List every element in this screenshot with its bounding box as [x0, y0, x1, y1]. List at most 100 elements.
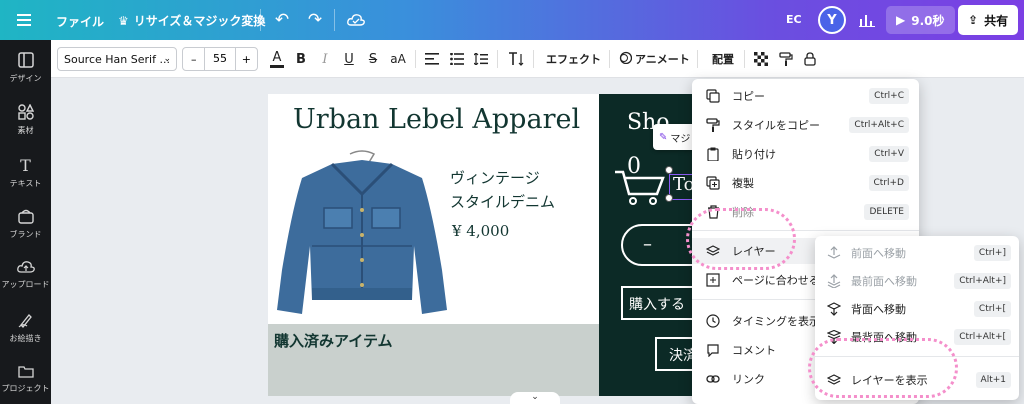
italic-button[interactable]: I — [317, 49, 333, 69]
size-plus-button[interactable]: + — [236, 53, 257, 66]
position-button[interactable]: 配置 — [712, 51, 734, 67]
send-backward-icon — [825, 300, 843, 318]
menu-item-duplicate[interactable]: 複製 Ctrl+D — [692, 170, 919, 196]
design-page[interactable]: Urban Lebel Apparel ヴィンテージ スタイルデニム ¥ 4,0… — [268, 94, 708, 396]
share-label: 共有 — [984, 13, 1009, 28]
resize-button[interactable]: ♛ リサイズ＆マジック変換 — [118, 12, 265, 29]
resize-handle[interactable] — [665, 166, 673, 174]
analytics-icon[interactable] — [856, 9, 878, 31]
submenu-item-bring-forward[interactable]: 前面へ移動 Ctrl+] — [815, 240, 1019, 266]
text-icon: T — [20, 156, 31, 175]
sidebar-label: 素材 — [17, 126, 34, 135]
undo-icon[interactable]: ↶ — [271, 9, 293, 31]
submenu-item-label: 最前面へ移動 — [851, 275, 917, 288]
font-size-input[interactable]: 55 — [204, 48, 236, 70]
menu-item-label: タイミングを表示 — [732, 315, 820, 328]
quantity-minus[interactable]: – — [643, 234, 652, 255]
divider — [533, 50, 534, 68]
divider — [744, 50, 745, 68]
shortcut: Ctrl+D — [868, 175, 909, 191]
text-color-icon: A — [272, 49, 282, 65]
sidebar-label: デザイン — [9, 74, 42, 83]
divider — [260, 9, 261, 31]
resize-handle[interactable] — [665, 194, 673, 202]
menu-item-label: 貼り付け — [732, 148, 776, 161]
chevron-down-icon: ⌄ — [163, 54, 171, 64]
line-spacing-icon[interactable] — [473, 49, 489, 69]
magic-label: マジ — [670, 133, 691, 145]
font-size-stepper[interactable]: – 55 + — [182, 47, 258, 71]
sidebar-item-design[interactable]: デザイン — [0, 52, 51, 84]
resize-label: リサイズ＆マジック変換 — [133, 14, 266, 28]
list-icon[interactable] — [449, 49, 465, 69]
crown-icon: ♛ — [118, 13, 129, 28]
bold-button[interactable]: B — [293, 49, 309, 69]
submenu-item-send-backward[interactable]: 背面へ移動 Ctrl+[ — [815, 296, 1019, 322]
magic-wand-icon: ✎ — [659, 131, 668, 143]
sidebar-item-draw[interactable]: お絵描き — [0, 312, 51, 344]
menu-item-copy-style[interactable]: スタイルをコピー Ctrl+Alt+C — [692, 112, 919, 138]
sidebar-label: プロジェクト — [1, 384, 50, 393]
elements-icon — [17, 103, 34, 122]
product-name-line1: ヴィンテージ — [450, 169, 540, 187]
copy-icon — [704, 87, 722, 105]
paste-icon — [704, 145, 722, 163]
share-button[interactable]: ⇪ 共有 — [958, 5, 1019, 35]
sidebar-item-brand[interactable]: ブランド — [0, 208, 51, 240]
menu-item-label: 複製 — [732, 177, 754, 190]
purchased-items-section[interactable]: 購入済みアイテム — [268, 324, 600, 396]
letter-case-button[interactable]: aA — [388, 49, 408, 69]
vertical-text-icon[interactable] — [507, 49, 525, 69]
highlight-annotation — [808, 338, 958, 398]
font-family-select[interactable]: Source Han Serif ... ⌄ — [57, 47, 177, 71]
sidebar-item-text[interactable]: T テキスト — [0, 156, 51, 189]
text-color-button[interactable]: A — [268, 49, 286, 69]
menu-item-paste[interactable]: 貼り付け Ctrl+V — [692, 141, 919, 167]
redo-icon[interactable]: ↷ — [304, 9, 326, 31]
transparency-icon[interactable] — [753, 49, 769, 69]
sidebar-item-elements[interactable]: 素材 — [0, 103, 51, 136]
animate-button[interactable]: アニメート — [619, 51, 690, 67]
paint-roller-icon[interactable] — [778, 49, 794, 69]
animate-icon — [619, 51, 633, 67]
bring-to-front-icon — [825, 272, 843, 290]
top-bar: ファイル ♛ リサイズ＆マジック変換 ↶ ↷ EC Y ▶ 9.0秒 ⇪ 共有 — [0, 0, 1024, 40]
shortcut: Ctrl+V — [869, 146, 909, 162]
sidebar-item-projects[interactable]: プロジェクト — [0, 364, 51, 394]
brand-icon — [17, 208, 34, 226]
product-price[interactable]: ¥ 4,000 — [452, 222, 509, 240]
underline-button[interactable]: U — [341, 49, 357, 69]
text-toolbar: Source Han Serif ... ⌄ – 55 + A B I U S … — [51, 40, 1024, 78]
play-time: 9.0秒 — [911, 13, 945, 28]
buy-label: 購入する — [629, 297, 685, 313]
shortcut: Ctrl+] — [973, 245, 1011, 261]
sidebar-label: お絵描き — [9, 334, 42, 343]
product-name-line2: スタイルデニム — [450, 193, 556, 211]
submenu-item-label: 背面へ移動 — [851, 303, 906, 316]
lock-icon[interactable] — [802, 49, 818, 69]
menu-icon[interactable] — [13, 9, 35, 31]
font-name: Source Han Serif ... — [64, 52, 170, 66]
share-icon: ⇪ — [968, 13, 979, 27]
divider — [497, 50, 498, 68]
present-button[interactable]: ▶ 9.0秒 — [886, 6, 955, 34]
align-left-icon[interactable] — [424, 49, 440, 69]
sidebar-item-upload[interactable]: アップロード — [0, 260, 51, 290]
user-initials[interactable]: EC — [786, 13, 802, 26]
cloud-saved-icon[interactable] — [345, 9, 367, 31]
jacket-image[interactable] — [272, 150, 452, 320]
shortcut: Alt+1 — [975, 372, 1011, 388]
file-menu[interactable]: ファイル — [56, 13, 104, 30]
size-minus-button[interactable]: – — [183, 53, 204, 66]
menu-item-copy[interactable]: コピー Ctrl+C — [692, 83, 919, 109]
product-name[interactable]: ヴィンテージ スタイルデニム — [450, 166, 555, 214]
submenu-item-bring-to-front[interactable]: 最前面へ移動 Ctrl+Alt+] — [815, 268, 1019, 294]
fit-icon — [704, 271, 722, 289]
shortcut: Ctrl+Alt+C — [849, 117, 909, 133]
collapse-chevron[interactable]: ⌄ — [510, 392, 560, 404]
design-title[interactable]: Urban Lebel Apparel — [293, 104, 580, 135]
strikethrough-button[interactable]: S — [365, 49, 381, 69]
shortcut: Ctrl+Alt+[ — [954, 329, 1011, 345]
effects-button[interactable]: エフェクト — [546, 51, 601, 67]
avatar[interactable]: Y — [818, 6, 846, 34]
